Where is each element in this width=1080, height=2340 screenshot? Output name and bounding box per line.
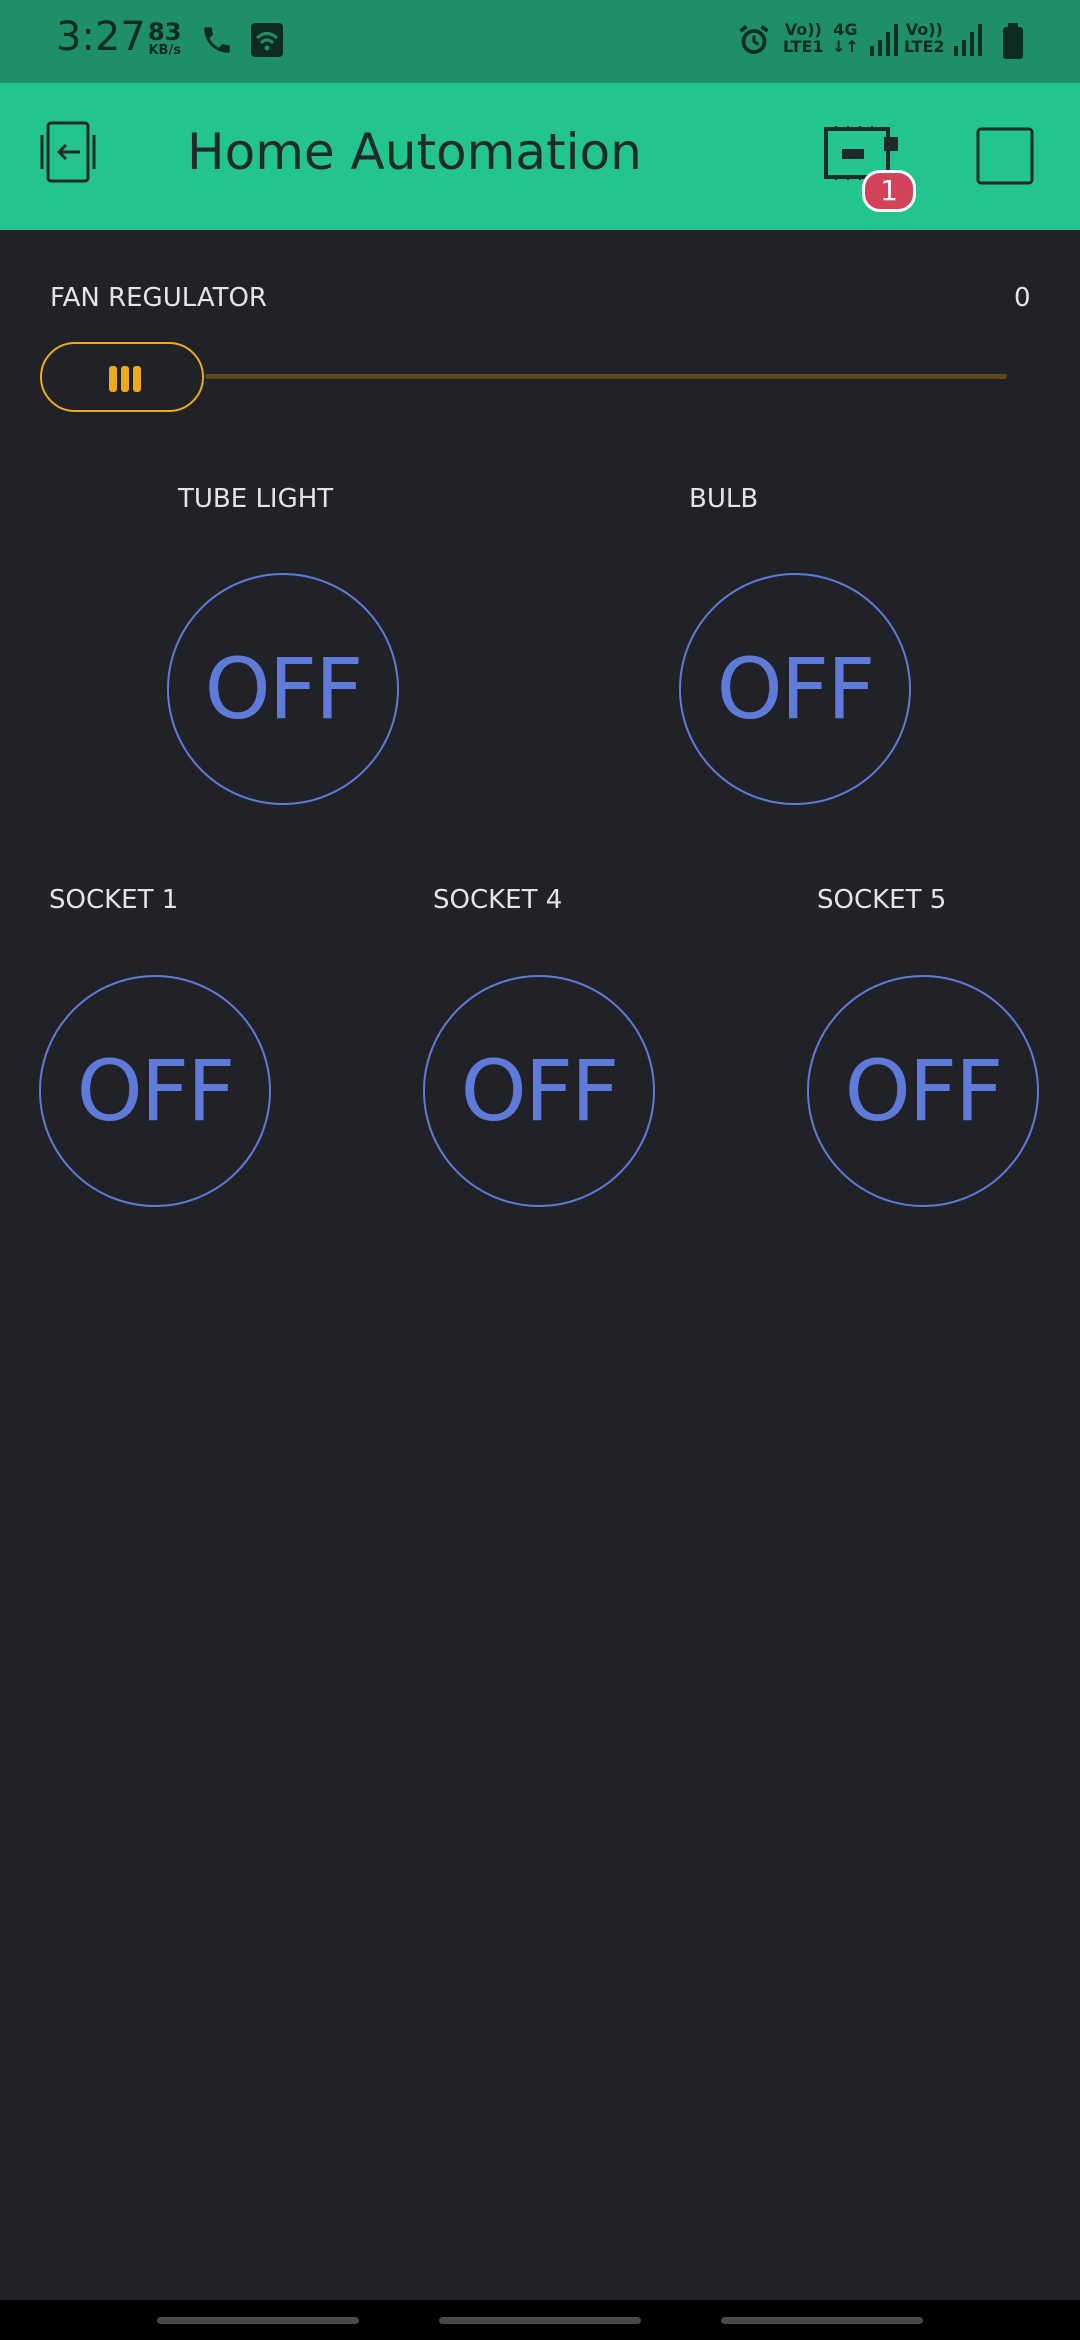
slider-track[interactable]: [205, 374, 1007, 379]
phone-call-icon: [200, 20, 234, 64]
stop-icon[interactable]: [976, 127, 1036, 191]
sim1-volte-indicator: Vo)) LTE1: [783, 21, 824, 56]
app-title: Home Automation: [187, 123, 642, 181]
signal-strength-icon-2: [952, 22, 986, 62]
app-bar: Home Automation 1: [0, 83, 1080, 230]
slider-handle[interactable]: [40, 342, 204, 412]
sim2-volte-indicator: Vo)) LTE2: [904, 21, 945, 56]
fan-regulator-value: 0: [1014, 283, 1031, 313]
network-type-indicator: 4G ↓↑: [832, 21, 859, 56]
status-bar: 3:27 83 KB/s Vo)) LTE1 4G ↓↑ Vo)) LTE2: [0, 0, 1080, 83]
bulb-button[interactable]: OFF: [679, 573, 911, 805]
socket-4-button[interactable]: OFF: [423, 975, 655, 1207]
data-activity-arrows: ↓↑: [832, 36, 859, 56]
socket-4-label: SOCKET 4: [433, 885, 563, 915]
network-speed-value: 83: [148, 18, 182, 46]
fan-regulator-label: FAN REGULATOR: [50, 283, 268, 313]
wifi-calling-icon: [250, 22, 284, 62]
socket-1-label: SOCKET 1: [49, 885, 179, 915]
signal-strength-icon-1: [868, 22, 902, 62]
exit-project-icon[interactable]: [38, 121, 108, 189]
nav-recents-gesture[interactable]: [157, 2317, 359, 2324]
tube-light-label: TUBE LIGHT: [178, 484, 334, 514]
sim2-lte-label: LTE2: [904, 36, 945, 56]
status-time: 3:27: [56, 14, 146, 60]
battery-icon: [1000, 22, 1026, 64]
socket-5-button[interactable]: OFF: [807, 975, 1039, 1207]
bulb-label: BULB: [689, 484, 759, 514]
nav-home-gesture[interactable]: [439, 2317, 641, 2324]
tube-light-button[interactable]: OFF: [167, 573, 399, 805]
network-speed: 83 KB/s: [148, 20, 181, 57]
alarm-icon: [736, 20, 772, 64]
drag-grip-icon: [108, 366, 142, 396]
system-navigation-bar: [0, 2300, 1080, 2340]
nav-back-gesture[interactable]: [721, 2317, 923, 2324]
socket-5-label: SOCKET 5: [817, 885, 947, 915]
sim1-lte-label: LTE1: [783, 36, 824, 56]
network-speed-unit: KB/s: [148, 43, 181, 58]
device-count-badge: 1: [862, 170, 916, 212]
socket-1-button[interactable]: OFF: [39, 975, 271, 1207]
